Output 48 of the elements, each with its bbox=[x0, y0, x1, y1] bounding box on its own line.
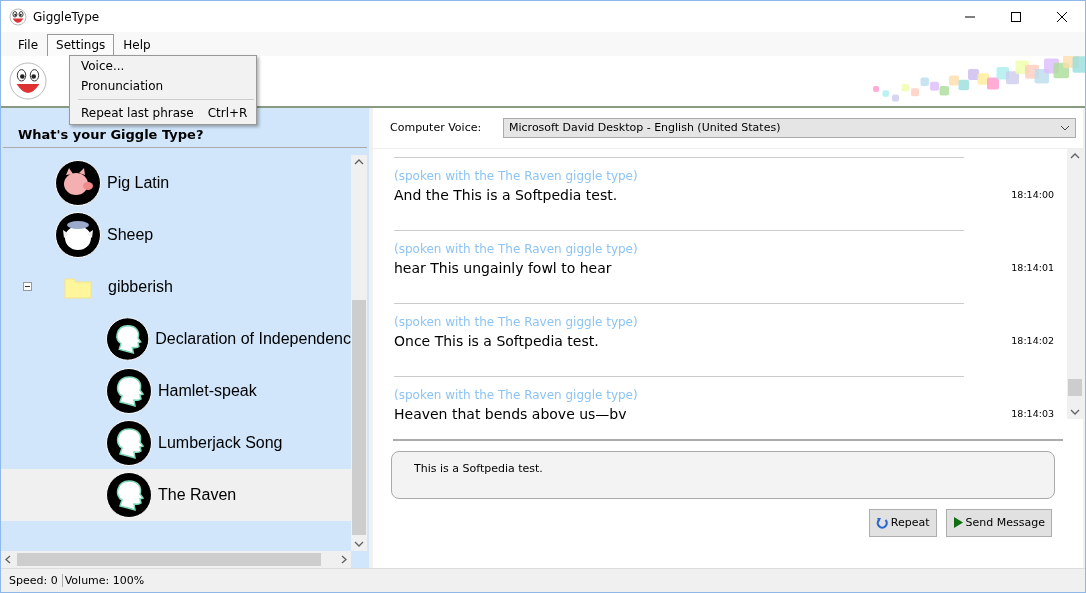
menu-item[interactable]: File bbox=[9, 33, 48, 56]
menu-option[interactable]: Repeat last phrase bbox=[81, 106, 194, 120]
sheep-icon bbox=[55, 211, 101, 258]
menu-option[interactable]: Pronunciation bbox=[81, 79, 164, 93]
logo-icon bbox=[9, 61, 47, 100]
pig-icon bbox=[55, 159, 101, 206]
tree-item[interactable]: Declaration of Independenc bbox=[1, 312, 351, 365]
chevron-down-icon bbox=[1060, 124, 1070, 131]
collapse-icon[interactable] bbox=[23, 282, 32, 291]
status-text: Speed: 0 bbox=[8, 573, 59, 587]
menu-item[interactable]: Help bbox=[114, 33, 160, 56]
shortcut-label: Ctrl+R bbox=[207, 106, 248, 120]
maximize-icon bbox=[1010, 10, 1022, 23]
refresh-icon bbox=[875, 516, 888, 529]
voice-dropdown[interactable]: Microsoft David Desktop - English (United States) bbox=[503, 117, 1076, 138]
message-input[interactable]: This is a Softpedia test. bbox=[391, 450, 1055, 499]
send-button[interactable]: Send Message bbox=[945, 508, 1052, 537]
head-silhouette-icon bbox=[106, 315, 150, 362]
message-time: 18:14:03 bbox=[1011, 408, 1054, 419]
tree-item[interactable]: The Raven bbox=[1, 468, 351, 521]
message-note: (spoken with the The Raven giggle type) bbox=[394, 314, 638, 331]
menu-item[interactable]: Settings bbox=[47, 33, 115, 56]
tree-item[interactable]: Pig Latin bbox=[1, 156, 351, 209]
window-title: GiggleType bbox=[33, 9, 100, 24]
message-time: 18:14:02 bbox=[1011, 335, 1054, 346]
tree-item[interactable]: Hamlet-speak bbox=[1, 364, 351, 417]
tree-item[interactable]: Lumberjack Song bbox=[1, 416, 351, 469]
head-silhouette-icon bbox=[106, 367, 152, 414]
app-icon bbox=[9, 7, 27, 26]
voice-label: Computer Voice: bbox=[390, 121, 483, 134]
message-text: And the This is a Softpedia test. bbox=[394, 186, 618, 203]
menu-option[interactable]: Voice... bbox=[81, 59, 125, 73]
message-note: (spoken with the The Raven giggle type) bbox=[394, 387, 638, 404]
tree-item[interactable]: gibberish bbox=[1, 260, 351, 313]
message-text: hear This ungainly fowl to hear bbox=[394, 259, 612, 276]
message-text: Heaven that bends above us—bv bbox=[394, 405, 627, 422]
status-text: Volume: 100% bbox=[61, 573, 149, 587]
message-note: (spoken with the The Raven giggle type) bbox=[394, 168, 638, 185]
close-icon bbox=[1056, 10, 1068, 23]
head-silhouette-icon bbox=[106, 419, 152, 466]
repeat-button[interactable]: Repeat bbox=[868, 508, 937, 537]
message-text: Once This is a Softpedia test. bbox=[394, 332, 599, 349]
play-icon bbox=[952, 517, 963, 528]
head-silhouette-icon bbox=[106, 471, 152, 518]
tree-item[interactable]: Sheep bbox=[1, 208, 351, 261]
message-note: (spoken with the The Raven giggle type) bbox=[394, 241, 638, 258]
message-time: 18:14:01 bbox=[1011, 262, 1054, 273]
message-time: 18:14:00 bbox=[1011, 189, 1054, 200]
